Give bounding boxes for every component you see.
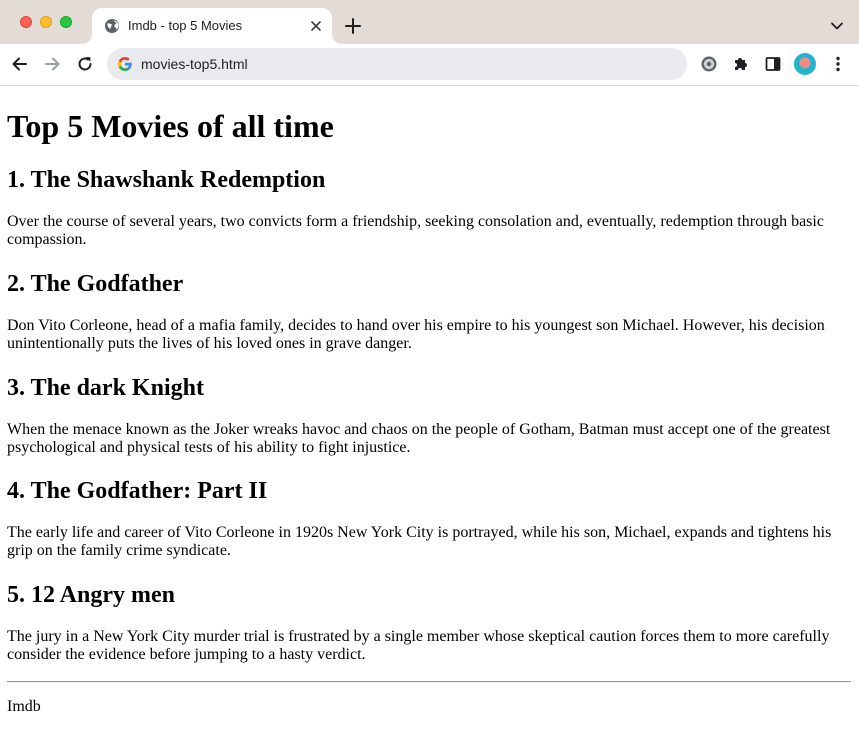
url-text: movies-top5.html [141, 56, 248, 72]
puzzle-icon[interactable] [731, 54, 751, 74]
reload-icon[interactable] [75, 54, 95, 74]
browser-toolbar: movies-top5.html [0, 44, 859, 86]
footer-text: Imdb [7, 698, 41, 715]
arrow-right-icon[interactable] [42, 54, 62, 74]
globe-icon [105, 19, 119, 33]
google-g-icon [117, 57, 132, 71]
tab-strip: Imdb - top 5 Movies [0, 0, 859, 44]
movie-description: When the menace known as the Joker wreak… [7, 421, 831, 456]
movie-title: 4. The Godfather: Part II [7, 478, 268, 504]
close-icon[interactable] [308, 18, 324, 34]
profile-avatar[interactable] [794, 53, 816, 75]
window-maximize-button[interactable] [60, 16, 72, 28]
movie-description: Over the course of several years, two co… [7, 213, 824, 248]
browser-tab-active[interactable]: Imdb - top 5 Movies [92, 8, 332, 44]
tab-title: Imdb - top 5 Movies [128, 18, 243, 33]
footer-divider [7, 681, 851, 683]
plus-icon[interactable] [344, 17, 362, 35]
kebab-menu-icon[interactable] [828, 54, 848, 74]
movie-title: 1. The Shawshank Redemption [7, 167, 326, 193]
movie-title: 3. The dark Knight [7, 375, 204, 401]
movie-description: Don Vito Corleone, head of a mafia famil… [7, 317, 825, 352]
side-panel-icon[interactable] [763, 54, 783, 74]
page-content: Top 5 Movies of all time 1. The Shawshan… [0, 86, 859, 734]
address-bar[interactable]: movies-top5.html [107, 48, 687, 80]
page-title: Top 5 Movies of all time [7, 108, 334, 144]
window-minimize-button[interactable] [40, 16, 52, 28]
movie-description: The early life and career of Vito Corleo… [7, 524, 832, 559]
movie-description: The jury in a New York City murder trial… [7, 628, 830, 663]
chevron-down-icon[interactable] [829, 18, 845, 34]
movie-title: 5. 12 Angry men [7, 582, 175, 608]
arrow-left-icon[interactable] [10, 54, 30, 74]
movie-title: 2. The Godfather [7, 271, 184, 297]
window-close-button[interactable] [20, 16, 32, 28]
gear-icon[interactable] [699, 54, 719, 74]
